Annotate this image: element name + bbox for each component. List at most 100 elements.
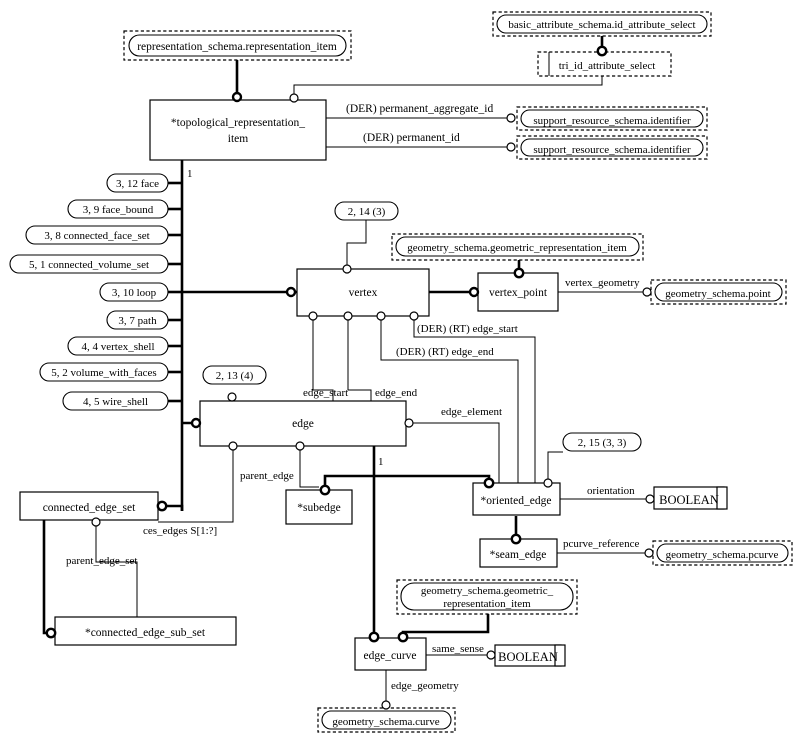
circle-attr-edge-pageref (227, 392, 237, 402)
entity-edge-curve-label: edge_curve (364, 650, 417, 662)
cardinality-edge-one: 1 (378, 456, 384, 468)
entity-tri-label-2: item (228, 133, 248, 145)
ref-geom-rep-item-bottom-label-2: representation_item (443, 598, 531, 610)
line-vertex-edgeend-der (380, 316, 519, 483)
ref-geometry-pcurve-label: geometry_schema.pcurve (666, 549, 779, 561)
entity-vertex-point-label: vertex_point (489, 287, 548, 299)
ref-geom-rep-item-top-label: geometry_schema.geometric_representation… (407, 242, 627, 254)
entity-tri-label-1: *topological_representation_ (171, 117, 305, 129)
line-trisel-tri (293, 76, 603, 98)
line-edge-orientededge (413, 422, 500, 483)
attr-label-edge-start-der: (DER) (RT) edge_start (417, 323, 518, 335)
circle-supertype-edge (190, 417, 202, 429)
circle-attr-edge-geometry (381, 700, 391, 710)
type-boolean-orientation-label: BOOLEAN (659, 493, 719, 507)
line-vertex-edgeend (347, 316, 372, 401)
pageref-label-1: 3, 9 face_bound (83, 204, 154, 216)
circle-attr-edge-ces (228, 441, 238, 451)
attr-label-edge-end-der: (DER) (RT) edge_end (396, 346, 494, 358)
circle-supertype-edgecurve (368, 631, 380, 643)
circle-supertype-edgecurve-geom (397, 631, 409, 643)
pageref-label-oriented-edge: 2, 15 (3, 3) (578, 437, 627, 449)
attr-label-permanent-id: (DER) permanent_id (363, 132, 460, 144)
circle-attr-orientation (645, 494, 655, 504)
cardinality-tri-one: 1 (187, 168, 193, 180)
line-ces-cess-parent (95, 525, 138, 617)
line-edge-orientededge-thick (374, 474, 491, 483)
line-geomrepitem2-edgecurve (401, 613, 490, 638)
circle-attr-vertex-geometry (642, 287, 652, 297)
circle-attr-vertex-pageref (342, 264, 352, 274)
ref-representation-item-label: representation_schema.representation_ite… (137, 41, 337, 53)
pageref-label-4: 3, 10 loop (112, 287, 157, 299)
circle-supertype-seamedge (510, 533, 522, 545)
pageref-label-8: 4, 5 wire_shell (83, 396, 148, 408)
line-vertex-edgestart-der (413, 316, 536, 483)
circle-attr-vertex-1 (308, 311, 318, 321)
circle-attr-orientededge-pageref (543, 478, 553, 488)
attr-label-edge-geometry: edge_geometry (391, 680, 459, 692)
line-ces-cess-thick (42, 520, 55, 635)
attr-label-ces-edges: ces_edges S[1:?] (143, 525, 217, 537)
pageref-label-2: 3, 8 connected_face_set (44, 230, 149, 242)
circle-attr-identifier2 (506, 142, 516, 152)
line-edge-ces-edges (158, 446, 234, 523)
circle-supertype-ces (156, 500, 168, 512)
express-g-diagram: representation_schema.representation_ite… (0, 0, 797, 741)
attr-label-edge-end: edge_end (375, 387, 418, 399)
ref-identifier-1-label: support_resource_schema.identifier (533, 115, 691, 127)
pageref-label-vertex: 2, 14 (3) (348, 206, 386, 218)
attr-label-edge-start: edge_start (303, 387, 348, 399)
pageref-label-5: 3, 7 path (118, 315, 157, 327)
circle-supertype-cess (45, 627, 57, 639)
circle-attr-edge-element (404, 418, 414, 428)
attr-label-orientation: orientation (587, 485, 635, 497)
entity-topological-representation-item (149, 99, 327, 161)
attr-label-parent-edge: parent_edge (240, 470, 294, 482)
ref-geometry-curve-label: geometry_schema.curve (332, 716, 439, 728)
ref-identifier-2-label: support_resource_schema.identifier (533, 144, 691, 156)
attr-label-vertex-geometry: vertex_geometry (565, 277, 640, 289)
pageref-label-7: 5, 2 volume_with_faces (51, 367, 156, 379)
type-boolean-same-sense-label: BOOLEAN (498, 650, 558, 664)
entity-oriented-edge-label: *oriented_edge (481, 495, 552, 507)
line-edge-subedge-thick (323, 474, 374, 490)
circle-supertype-vertex (285, 286, 297, 298)
ref-geometry-point-label: geometry_schema.point (665, 288, 770, 300)
circle-attr-parent-edge-set (91, 517, 101, 527)
circle-select-idsel (596, 45, 608, 57)
entity-edge-label: edge (292, 418, 314, 430)
line-edge-subedge-parent (299, 446, 319, 488)
circle-attr-pcurve-reference (644, 548, 654, 558)
ref-tri-id-attribute-select-label: tri_id_attribute_select (559, 60, 656, 72)
pageref-label-0: 3, 12 face (116, 178, 159, 190)
circle-supertype-subedge (319, 484, 331, 496)
circle-subtype-vertexpoint (468, 286, 480, 298)
line-pageref-vertex (346, 220, 367, 269)
pageref-label-6: 4, 4 vertex_shell (81, 341, 154, 353)
ref-id-attribute-select-label: basic_attribute_schema.id_attribute_sele… (508, 19, 695, 31)
entity-seam-edge-label: *seam_edge (490, 549, 547, 561)
circle-attr-vertex-4 (409, 311, 419, 321)
line-pageref-orientededge (547, 451, 563, 483)
circle-supertype-vertexpoint (513, 267, 525, 279)
attr-label-same-sense: same_sense (432, 643, 484, 655)
attr-label-edge-element: edge_element (441, 406, 502, 418)
attr-label-pcurve-reference: pcurve_reference (563, 538, 639, 550)
circle-attr-tri-idsel (289, 93, 299, 103)
circle-attr-identifier1 (506, 113, 516, 123)
attr-label-permanent-aggregate-id: (DER) permanent_aggregate_id (346, 103, 493, 115)
circle-attr-vertex-2 (343, 311, 353, 321)
circle-attr-same-sense (486, 650, 496, 660)
circle-attr-edge-parent (295, 441, 305, 451)
circle-supertype-orientededge (483, 477, 495, 489)
entity-subedge-label: *subedge (297, 502, 340, 514)
pageref-label-3: 5, 1 connected_volume_set (29, 259, 149, 271)
pageref-label-edge: 2, 13 (4) (216, 370, 254, 382)
ref-geom-rep-item-bottom-label-1: geometry_schema.geometric_ (421, 585, 554, 597)
circle-attr-vertex-3 (376, 311, 386, 321)
circle-supertype-repitem (231, 91, 243, 103)
entity-connected-edge-sub-set-label: *connected_edge_sub_set (85, 627, 206, 639)
entity-vertex-label: vertex (349, 287, 378, 299)
entity-connected-edge-set-label: connected_edge_set (43, 502, 136, 514)
